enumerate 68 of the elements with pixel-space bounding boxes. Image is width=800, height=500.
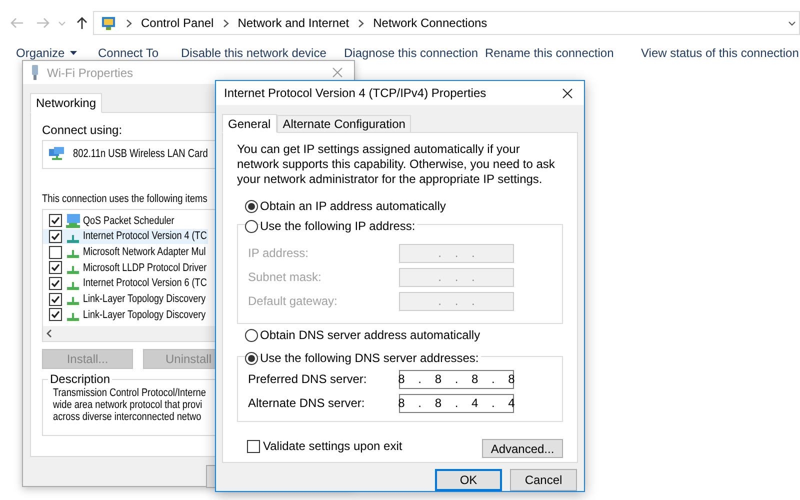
chevron-icon bbox=[358, 18, 364, 28]
dialog-button[interactable]: Cancel bbox=[510, 469, 577, 491]
radio-button[interactable] bbox=[245, 352, 258, 364]
window-title: Internet Protocol Version 4 (TCP/IPv4) Properties bbox=[224, 85, 486, 102]
description-line: across diverse interconnected netwo bbox=[53, 411, 202, 423]
scroll-left-icon[interactable] bbox=[46, 329, 52, 338]
radio-button[interactable] bbox=[245, 328, 258, 342]
ip-address-field[interactable]: 8 . 8 . 4 . 4 bbox=[399, 394, 514, 412]
checkbox[interactable] bbox=[49, 261, 62, 274]
label: This connection uses the following items bbox=[42, 192, 208, 206]
checkbox[interactable] bbox=[49, 230, 62, 244]
checkbox[interactable] bbox=[49, 308, 62, 322]
computer-icon bbox=[101, 15, 117, 31]
caret-icon bbox=[70, 51, 77, 55]
breadcrumb[interactable]: Network and Internet bbox=[238, 14, 350, 32]
tab[interactable]: Networking bbox=[30, 93, 102, 113]
list-item[interactable]: Microsoft LLDP Protocol Driver bbox=[43, 260, 208, 276]
description-line: wide area network protocol that provi bbox=[53, 399, 202, 411]
address-bar[interactable]: Control Panel Network and Internet Network Connections bbox=[93, 11, 800, 35]
list-item[interactable]: Link-Layer Topology Discovery bbox=[43, 291, 208, 308]
breadcrumb[interactable]: Control Panel bbox=[141, 14, 214, 32]
close-icon[interactable] bbox=[562, 88, 573, 98]
chevron-icon bbox=[126, 18, 132, 28]
dialog-button[interactable]: OK bbox=[435, 469, 502, 491]
up-arrow-icon[interactable] bbox=[76, 16, 88, 30]
radio-button[interactable] bbox=[245, 220, 258, 232]
ip-address-field: . . . bbox=[399, 268, 514, 286]
network-adapter-icon bbox=[49, 147, 65, 162]
list-item[interactable]: Link-Layer Topology Discovery bbox=[43, 307, 208, 323]
checkbox[interactable] bbox=[49, 277, 62, 290]
field-label: Subnet mask: bbox=[247, 269, 322, 286]
group-title: Description bbox=[48, 372, 112, 386]
label: Connect using: bbox=[42, 123, 122, 137]
radio-button[interactable] bbox=[245, 200, 258, 212]
field-label: Default gateway: bbox=[247, 293, 338, 310]
breadcrumb[interactable]: Network Connections bbox=[373, 14, 488, 32]
field-label: IP address: bbox=[247, 245, 310, 262]
toolbar-button[interactable]: View status of this connection bbox=[641, 44, 799, 62]
checkbox[interactable] bbox=[49, 214, 62, 228]
field-label: Alternate DNS server: bbox=[247, 395, 366, 412]
toolbar-button[interactable]: Connect To bbox=[98, 44, 158, 62]
adapter-name: 802.11n USB Wireless LAN Card bbox=[73, 146, 208, 162]
field-label: Preferred DNS server: bbox=[247, 371, 368, 388]
intro-text: You can get IP settings assigned automatically if your network supports this capability. Otherwise, you need to ask your network administrator for the appropriate IP settings. bbox=[237, 142, 556, 187]
checkbox[interactable] bbox=[49, 246, 62, 259]
monitor-icon bbox=[65, 214, 81, 228]
chevron-icon bbox=[222, 18, 229, 28]
ip-address-field: . . . bbox=[399, 244, 514, 262]
list-item[interactable]: Internet Protocol Version 4 (TC bbox=[43, 228, 208, 244]
tab[interactable]: General bbox=[222, 114, 277, 133]
checkbox[interactable] bbox=[247, 440, 260, 452]
ip-address-field[interactable]: 8 . 8 . 8 . 8 bbox=[399, 370, 514, 388]
tab[interactable]: Alternate Configuration bbox=[276, 115, 412, 132]
toolbar-button[interactable]: Diagnose this connection bbox=[344, 44, 478, 62]
toolbar-button[interactable]: Organize bbox=[16, 44, 77, 62]
window-title: Wi-Fi Properties bbox=[47, 64, 134, 82]
description-line: Transmission Control Protocol/Interne bbox=[53, 387, 206, 399]
advanced-button[interactable]: Advanced... bbox=[482, 439, 563, 458]
toolbar-button[interactable]: Rename this connection bbox=[485, 44, 614, 62]
ip-address-field: . . . bbox=[399, 292, 514, 310]
caret-icon[interactable] bbox=[788, 20, 796, 26]
checkbox-label[interactable]: Validate settings upon exit bbox=[263, 437, 402, 455]
list-item[interactable]: QoS Packet Scheduler bbox=[43, 213, 208, 229]
toolbar-button[interactable]: Disable this network device bbox=[181, 44, 326, 62]
list-item[interactable]: Internet Protocol Version 6 (TC bbox=[43, 276, 208, 292]
list-item[interactable]: Microsoft Network Adapter Mul bbox=[43, 244, 208, 260]
usb-adapter-icon bbox=[31, 65, 39, 80]
checkbox[interactable] bbox=[49, 292, 62, 306]
